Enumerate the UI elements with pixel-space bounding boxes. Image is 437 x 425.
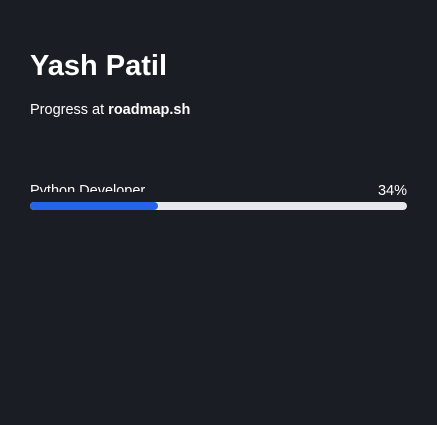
progress-percent: 34% [377, 183, 407, 199]
progress-track [30, 202, 407, 210]
roadmap-label: Python Developer [30, 183, 146, 192]
subtitle-prefix: Progress at [30, 102, 109, 118]
progress-fill [30, 202, 159, 210]
progress-card: Yash Patil Progress at roadmap.sh Python… [0, 0, 437, 425]
roadmap-progress: Python Developer 34% [30, 180, 407, 214]
user-name: Yash Patil [30, 50, 168, 82]
subtitle: Progress at roadmap.sh [30, 100, 190, 120]
site-name: roadmap.sh [108, 102, 191, 118]
